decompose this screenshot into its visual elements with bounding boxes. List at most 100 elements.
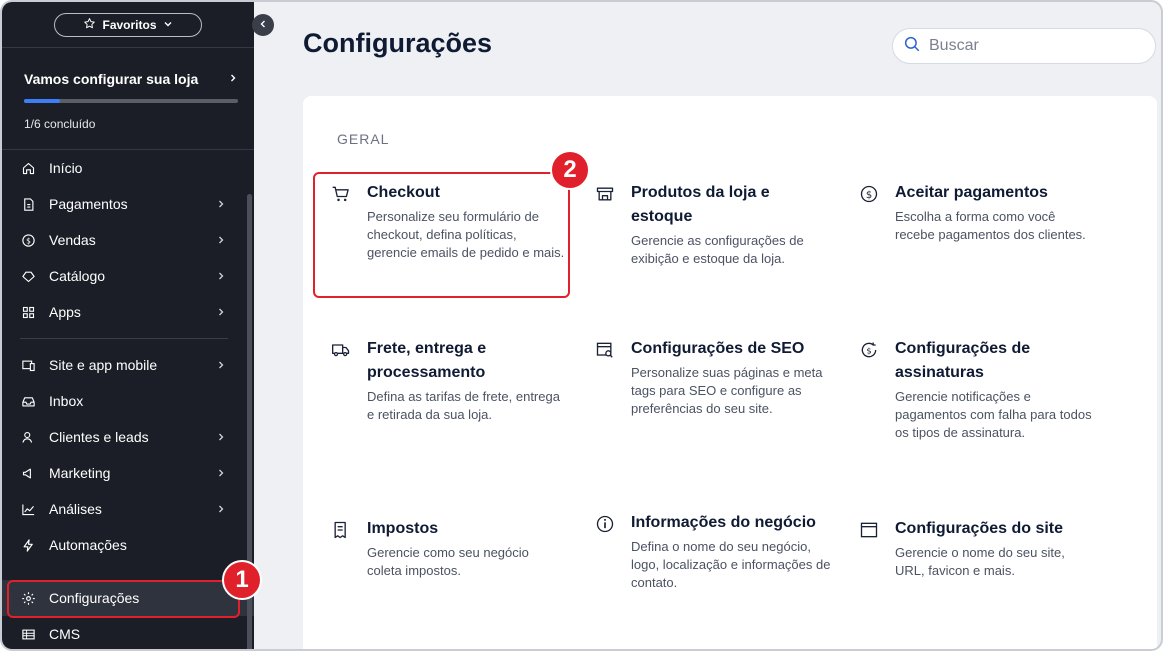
- chevron-right-icon: [216, 432, 226, 442]
- card-description: Personalize suas páginas e meta tags par…: [631, 365, 823, 416]
- svg-text:$: $: [26, 236, 31, 245]
- settings-card-negocio[interactable]: Informações do negócio Defina o nome do …: [595, 511, 831, 592]
- sidebar-item-inicio[interactable]: Início: [2, 150, 254, 186]
- favorites-button[interactable]: Favoritos: [54, 12, 202, 37]
- lightning-icon: [20, 537, 36, 553]
- sidebar-item-inbox[interactable]: Inbox: [2, 383, 254, 419]
- annotation-badge-1: 1: [222, 560, 262, 600]
- site-icon: [20, 357, 36, 373]
- apps-icon: [20, 304, 36, 320]
- favorites-area: Favoritos: [2, 2, 254, 48]
- chevron-left-icon: [258, 16, 268, 34]
- sidebar-item-catalogo[interactable]: Catálogo: [2, 258, 254, 294]
- sidebar-item-label: Análises: [49, 501, 102, 517]
- setup-progress-card[interactable]: Vamos configurar sua loja 1/6 concluído: [2, 48, 254, 150]
- sidebar: Favoritos Vamos configurar sua loja 1/6 …: [2, 2, 254, 649]
- card-description: Defina as tarifas de frete, entrega e re…: [367, 389, 560, 422]
- sidebar-item-label: Catálogo: [49, 268, 106, 284]
- sidebar-item-label: Apps: [49, 304, 81, 320]
- sidebar-item-automacoes[interactable]: Automações: [2, 527, 254, 563]
- chevron-right-icon: [228, 70, 238, 88]
- sidebar-item-label: Automações: [49, 537, 127, 553]
- card-title: Frete, entrega e processamento: [367, 340, 487, 381]
- sidebar-item-apps[interactable]: Apps: [2, 294, 254, 330]
- card-title: Aceitar pagamentos: [895, 184, 1048, 201]
- settings-card-seo[interactable]: Configurações de SEO Personalize suas pá…: [595, 337, 831, 418]
- analytics-icon: [20, 501, 36, 517]
- subscription-icon: $: [859, 340, 879, 360]
- settings-card-produtos[interactable]: Produtos da loja e estoque Gerencie as c…: [595, 181, 831, 268]
- cms-icon: [20, 626, 36, 642]
- chevron-right-icon: [216, 468, 226, 478]
- settings-card-frete[interactable]: Frete, entrega e processamento Defina as…: [331, 337, 567, 424]
- chevron-right-icon: [216, 199, 226, 209]
- setup-title: Vamos configurar sua loja: [24, 71, 199, 87]
- store-icon: [595, 184, 615, 204]
- sidebar-item-marketing[interactable]: Marketing: [2, 455, 254, 491]
- sidebar-nav: Início Pagamentos $ Vendas Catálogo Apps: [2, 150, 254, 649]
- sidebar-item-label: Site e app mobile: [49, 357, 158, 373]
- svg-text:$: $: [866, 345, 871, 355]
- card-title: Configurações de SEO: [631, 340, 805, 357]
- sidebar-item-label: Vendas: [49, 232, 96, 248]
- setup-progress-bar: [24, 99, 238, 103]
- sidebar-item-site-app[interactable]: Site e app mobile: [2, 347, 254, 383]
- catalog-icon: [20, 268, 36, 284]
- chevron-right-icon: [216, 271, 226, 281]
- card-title: Configurações do site: [895, 520, 1064, 537]
- sidebar-item-analises[interactable]: Análises: [2, 491, 254, 527]
- search-input[interactable]: [929, 37, 1129, 55]
- card-description: Gerencie as configurações de exibição e …: [631, 233, 804, 266]
- annotation-badge-2: 2: [550, 150, 590, 190]
- annotation-highlight-2: [313, 172, 570, 298]
- svg-text:$: $: [866, 190, 872, 201]
- section-title: GERAL: [337, 131, 390, 147]
- favorites-label: Favoritos: [102, 17, 157, 32]
- chevron-right-icon: [216, 504, 226, 514]
- card-description: Gerencie notificações e pagamentos com f…: [895, 389, 1092, 440]
- app-window: Favoritos Vamos configurar sua loja 1/6 …: [0, 0, 1163, 651]
- settings-card-site[interactable]: Configurações do site Gerencie o nome do…: [859, 517, 1095, 580]
- card-description: Defina o nome do seu negócio, logo, loca…: [631, 539, 831, 590]
- collapse-sidebar-button[interactable]: [252, 14, 274, 36]
- card-title: Configurações de assinaturas: [895, 340, 1031, 381]
- sidebar-item-pagamentos[interactable]: Pagamentos: [2, 186, 254, 222]
- annotation-highlight-1: [7, 580, 240, 618]
- chevron-right-icon: [216, 307, 226, 317]
- browser-window-icon: [859, 520, 879, 540]
- card-title: Impostos: [367, 520, 439, 537]
- sidebar-divider: [20, 338, 228, 339]
- marketing-icon: [20, 465, 36, 481]
- seo-icon: [595, 340, 615, 360]
- star-icon: [83, 17, 96, 33]
- sidebar-item-clientes[interactable]: Clientes e leads: [2, 419, 254, 455]
- dollar-circle-icon: $: [20, 232, 36, 248]
- people-icon: [20, 429, 36, 445]
- settings-card-pagamentos[interactable]: $ Aceitar pagamentos Escolha a forma com…: [859, 181, 1095, 244]
- sidebar-item-label: Marketing: [49, 465, 111, 481]
- sidebar-item-label: Inbox: [49, 393, 84, 409]
- search-icon: [903, 35, 921, 58]
- card-description: Gerencie como seu negócio coleta imposto…: [367, 545, 529, 578]
- tax-icon: [331, 520, 351, 540]
- card-title: Produtos da loja e estoque: [631, 184, 770, 225]
- settings-card-assinaturas[interactable]: $ Configurações de assinaturas Gerencie …: [859, 337, 1095, 442]
- search-box[interactable]: [892, 28, 1156, 64]
- sidebar-item-cms[interactable]: CMS: [2, 616, 254, 649]
- info-icon: [595, 514, 615, 534]
- sidebar-item-vendas[interactable]: $ Vendas: [2, 222, 254, 258]
- card-description: Gerencie o nome do seu site, URL, favico…: [895, 545, 1065, 578]
- sidebar-item-label: CMS: [49, 626, 81, 642]
- chevron-right-icon: [216, 235, 226, 245]
- sidebar-item-label: Clientes e leads: [49, 429, 149, 445]
- setup-progress-text: 1/6 concluído: [24, 117, 96, 131]
- chevron-down-icon: [163, 18, 173, 32]
- sidebar-item-label: Pagamentos: [49, 196, 128, 212]
- dollar-circle-icon: $: [859, 184, 879, 204]
- card-title: Informações do negócio: [631, 514, 816, 531]
- setup-progress-fill: [24, 99, 60, 103]
- payments-icon: [20, 196, 36, 212]
- settings-card-impostos[interactable]: Impostos Gerencie como seu negócio colet…: [331, 517, 567, 580]
- home-icon: [20, 160, 36, 176]
- inbox-icon: [20, 393, 36, 409]
